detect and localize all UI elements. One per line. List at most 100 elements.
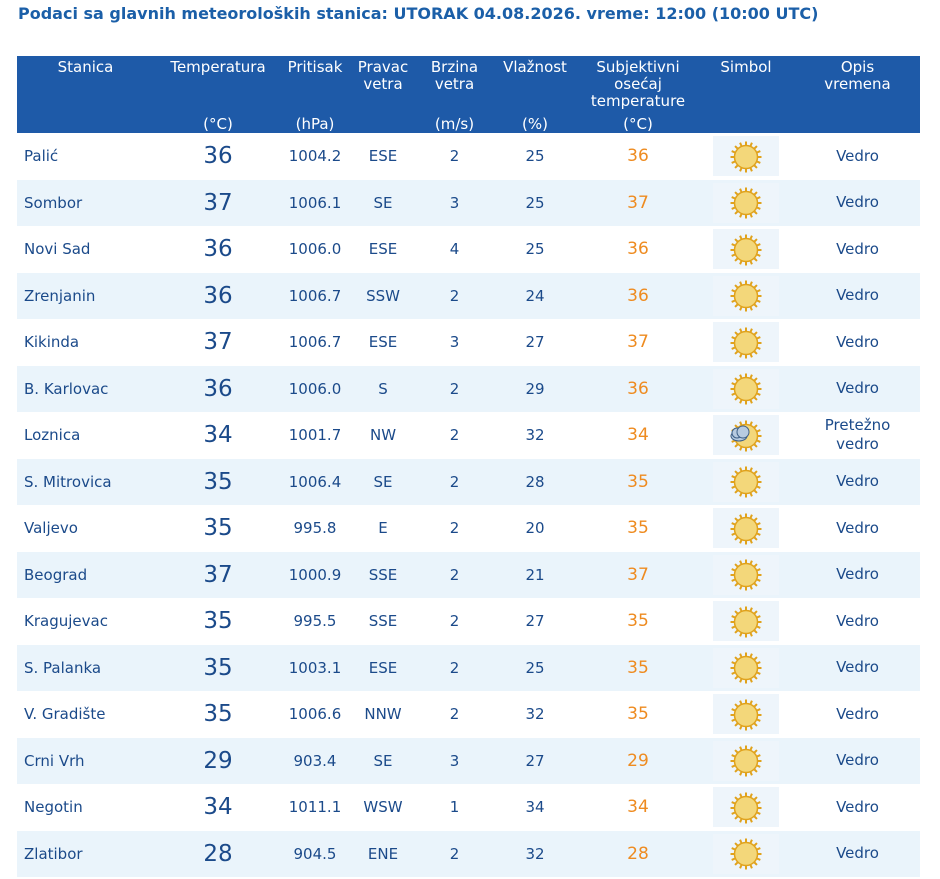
temperature-cell: 37 [154, 179, 282, 227]
temperature-cell: 35 [154, 644, 282, 692]
wind-direction-cell: SSW [348, 272, 418, 320]
wind-direction-cell: ESE [348, 226, 418, 273]
temperature-cell: 37 [154, 319, 282, 366]
column-header-unit: (hPa) [295, 115, 335, 133]
sun-icon [713, 136, 779, 176]
symbol-cell [697, 505, 795, 552]
station-name: S. Mitrovica [17, 458, 154, 506]
sun-icon [713, 833, 779, 874]
table-row: Sombor 37 1006.1 SE 3 25 37 Vedro [17, 179, 920, 227]
column-header-label: Pritisak [287, 58, 343, 76]
weather-description: Vedro [795, 644, 920, 692]
column-header-desc: Opis vremena [795, 56, 920, 133]
sun-icon [713, 182, 779, 223]
wind-direction-cell: SSE [348, 551, 418, 599]
weather-description-line: Vedro [836, 704, 879, 723]
humidity-cell: 25 [491, 179, 579, 227]
station-name: Kikinda [17, 319, 154, 366]
station-name: Loznica [17, 412, 154, 459]
column-header-label: Subjektivni [596, 58, 680, 76]
wind-speed-cell: 2 [418, 505, 491, 552]
feels-like-cell: 35 [579, 644, 697, 692]
wind-speed-cell: 2 [418, 412, 491, 459]
humidity-cell: 25 [491, 644, 579, 692]
table-row: Loznica 34 1001.7 NW 2 32 34 Pretežno vedro [17, 412, 920, 459]
table-row: Beograd 37 1000.9 SSE 2 21 37 Vedro [17, 551, 920, 599]
column-header-label: Stanica [57, 58, 114, 76]
column-header-sym: Simbol [697, 56, 795, 133]
temperature-cell: 35 [154, 458, 282, 506]
sun-icon [713, 229, 779, 270]
humidity-cell: 29 [491, 365, 579, 413]
column-header-label: Simbol [720, 58, 772, 76]
wind-speed-cell: 3 [418, 179, 491, 227]
station-name: Beograd [17, 551, 154, 599]
station-name: V. Gradište [17, 691, 154, 738]
wind-direction-cell: SE [348, 179, 418, 227]
station-name: Kragujevac [17, 598, 154, 645]
table-row: S. Palanka 35 1003.1 ESE 2 25 35 Vedro [17, 644, 920, 692]
wind-speed-cell: 2 [418, 272, 491, 320]
wind-speed-cell: 4 [418, 226, 491, 273]
station-name: Palić [17, 133, 154, 180]
table-row: B. Karlovac 36 1006.0 S 2 29 36 Vedro [17, 365, 920, 413]
sun-icon [713, 461, 779, 502]
pressure-cell: 903.4 [282, 737, 348, 785]
wind-direction-cell: ESE [348, 319, 418, 366]
wind-direction-cell: NNW [348, 691, 418, 738]
wind-direction-cell: NW [348, 412, 418, 459]
pressure-cell: 1006.0 [282, 365, 348, 413]
pressure-cell: 1006.6 [282, 691, 348, 738]
humidity-cell: 34 [491, 784, 579, 831]
pressure-cell: 1001.7 [282, 412, 348, 459]
wind-speed-cell: 2 [418, 133, 491, 180]
wind-speed-cell: 2 [418, 691, 491, 738]
humidity-cell: 25 [491, 226, 579, 273]
sun-icon [713, 508, 779, 549]
symbol-cell [697, 365, 795, 413]
feels-like-cell: 37 [579, 551, 697, 599]
table-row: Zlatibor 28 904.5 ENE 2 32 28 Vedro [17, 830, 920, 878]
pressure-cell: 1011.1 [282, 784, 348, 831]
humidity-cell: 27 [491, 598, 579, 645]
feels-like-cell: 34 [579, 784, 697, 831]
station-name: Zlatibor [17, 830, 154, 878]
symbol-cell [697, 737, 795, 785]
humidity-cell: 27 [491, 319, 579, 366]
temperature-cell: 35 [154, 598, 282, 645]
table-row: Valjevo 35 995.8 E 2 20 35 Vedro [17, 505, 920, 552]
weather-description-line: Vedro [836, 286, 879, 305]
wind-speed-cell: 2 [418, 644, 491, 692]
humidity-cell: 20 [491, 505, 579, 552]
weather-description-line: Vedro [836, 472, 879, 491]
weather-description-line: Vedro [836, 844, 879, 863]
sun-icon [713, 787, 779, 828]
feels-like-cell: 35 [579, 691, 697, 738]
symbol-cell [697, 784, 795, 831]
table-row: Zrenjanin 36 1006.7 SSW 2 24 36 Vedro [17, 272, 920, 320]
column-header-label: vetra [363, 75, 403, 93]
weather-description-line: Vedro [836, 239, 879, 258]
station-name: Negotin [17, 784, 154, 831]
wind-direction-cell: ESE [348, 644, 418, 692]
table-row: Crni Vrh 29 903.4 SE 3 27 29 Vedro [17, 737, 920, 785]
weather-description-line: Vedro [836, 751, 879, 770]
weather-description: Pretežno vedro [795, 412, 920, 459]
feels-like-cell: 29 [579, 737, 697, 785]
weather-description-line: Vedro [836, 146, 879, 165]
symbol-cell [697, 179, 795, 227]
station-name: Sombor [17, 179, 154, 227]
symbol-cell [697, 319, 795, 366]
temperature-cell: 35 [154, 691, 282, 738]
column-header-label: vremena [824, 75, 891, 93]
temperature-cell: 37 [154, 551, 282, 599]
humidity-cell: 27 [491, 737, 579, 785]
humidity-cell: 25 [491, 133, 579, 180]
wind-direction-cell: WSW [348, 784, 418, 831]
feels-like-cell: 37 [579, 179, 697, 227]
weather-description: Vedro [795, 226, 920, 273]
station-name: Crni Vrh [17, 737, 154, 785]
station-name: S. Palanka [17, 644, 154, 692]
wind-speed-cell: 2 [418, 551, 491, 599]
feels-like-cell: 36 [579, 272, 697, 320]
